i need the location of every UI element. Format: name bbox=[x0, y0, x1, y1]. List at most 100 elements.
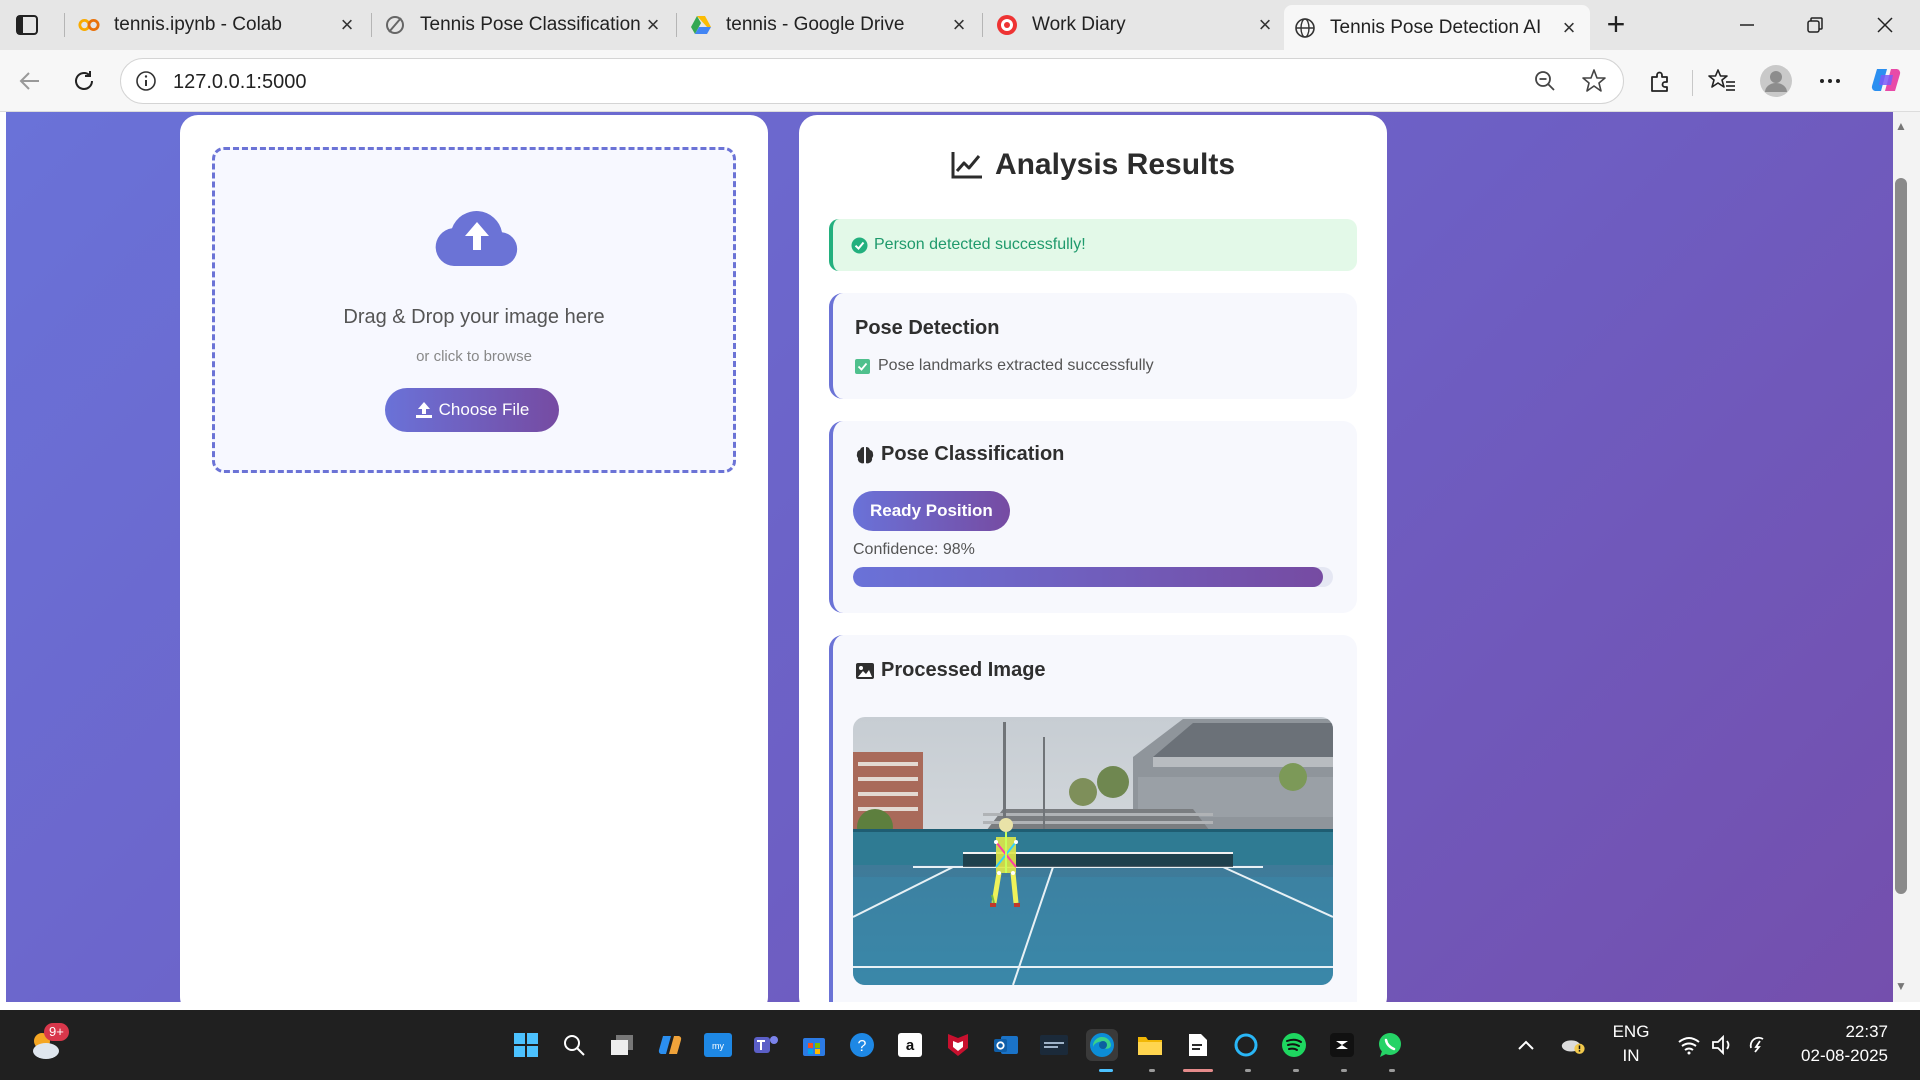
running-app-indicator bbox=[1389, 1069, 1395, 1072]
profile-avatar-icon[interactable] bbox=[1758, 63, 1794, 99]
onedrive-warning-icon[interactable] bbox=[1560, 1032, 1586, 1058]
image-icon bbox=[856, 662, 874, 679]
volume-icon[interactable] bbox=[1710, 1032, 1736, 1058]
processed-image-section: Processed Image bbox=[829, 635, 1357, 1002]
restore-icon[interactable] bbox=[1792, 8, 1838, 42]
teams-icon[interactable] bbox=[750, 1029, 782, 1061]
tab-google-drive[interactable]: tennis - Google Drive × bbox=[680, 5, 980, 45]
svg-text:a: a bbox=[906, 1037, 915, 1054]
brain-icon bbox=[856, 446, 874, 463]
tab-separator bbox=[676, 13, 677, 37]
drop-zone[interactable]: Drag & Drop your image here or click to … bbox=[212, 147, 736, 473]
weather-badge: 9+ bbox=[44, 1023, 69, 1041]
file-explorer-icon[interactable] bbox=[1134, 1029, 1166, 1061]
tab-actions-icon[interactable] bbox=[14, 12, 40, 38]
chart-line-icon bbox=[951, 152, 982, 179]
show-hidden-icons-chevron-up-icon[interactable] bbox=[1513, 1032, 1539, 1058]
close-window-icon[interactable] bbox=[1862, 8, 1908, 42]
pose-label-badge: Ready Position bbox=[853, 491, 1010, 531]
tab-tennis-pose-detection[interactable]: Tennis Pose Detection AI × bbox=[1284, 5, 1590, 50]
new-tab-icon[interactable]: + bbox=[1600, 8, 1632, 41]
zoom-out-icon[interactable] bbox=[1533, 69, 1557, 98]
pose-classification-title-text: Pose Classification bbox=[881, 443, 1065, 465]
edge-browser-icon[interactable] bbox=[1086, 1029, 1118, 1061]
capcut-icon[interactable] bbox=[1326, 1029, 1358, 1061]
url-text[interactable]: 127.0.0.1:5000 bbox=[173, 71, 306, 94]
close-icon[interactable]: × bbox=[642, 14, 664, 36]
close-icon[interactable]: × bbox=[336, 14, 358, 36]
close-icon[interactable]: × bbox=[1254, 14, 1276, 36]
minimize-icon[interactable] bbox=[1724, 8, 1770, 42]
copilot-icon[interactable] bbox=[1868, 62, 1904, 98]
running-app-indicator bbox=[1245, 1069, 1251, 1072]
address-bar[interactable]: 127.0.0.1:5000 bbox=[120, 58, 1624, 104]
clock-time[interactable]: 22:37 bbox=[1790, 1022, 1900, 1042]
page-scrollbar[interactable]: ▲ ▼ bbox=[1893, 112, 1920, 1002]
tab-work-diary[interactable]: Work Diary × bbox=[986, 5, 1286, 45]
refresh-icon[interactable] bbox=[66, 63, 102, 99]
more-options-icon[interactable] bbox=[1812, 63, 1848, 99]
running-app-indicator bbox=[1183, 1069, 1213, 1072]
task-view-icon[interactable] bbox=[606, 1029, 638, 1061]
refresh-slash-icon bbox=[384, 14, 406, 36]
mcafee-icon[interactable] bbox=[942, 1029, 974, 1061]
tab-separator bbox=[371, 13, 372, 37]
close-icon[interactable]: × bbox=[1558, 16, 1580, 39]
outlook-icon[interactable] bbox=[990, 1029, 1022, 1061]
close-icon[interactable]: × bbox=[948, 14, 970, 36]
running-app-indicator bbox=[1293, 1069, 1299, 1072]
pose-detection-section: Pose Detection Pose landmarks extracted … bbox=[829, 293, 1357, 399]
scrollbar-thumb[interactable] bbox=[1895, 178, 1907, 894]
help-icon[interactable]: ? bbox=[846, 1029, 878, 1061]
pose-detection-title: Pose Detection bbox=[855, 317, 1000, 339]
wifi-icon[interactable] bbox=[1676, 1032, 1702, 1058]
results-card: Analysis Results Person detected success… bbox=[799, 115, 1387, 1002]
copilot-taskbar-icon[interactable] bbox=[654, 1029, 686, 1061]
extensions-icon[interactable] bbox=[1642, 63, 1678, 99]
tab-colab[interactable]: tennis.ipynb - Colab × bbox=[68, 5, 368, 45]
svg-text:my: my bbox=[712, 1041, 724, 1051]
search-icon[interactable] bbox=[558, 1029, 590, 1061]
browser-tab-strip: tennis.ipynb - Colab × Tennis Pose Class… bbox=[0, 0, 1920, 50]
cortana-ring-icon[interactable] bbox=[1230, 1029, 1262, 1061]
scroll-down-icon[interactable]: ▼ bbox=[1895, 980, 1907, 992]
favorites-icon[interactable] bbox=[1704, 63, 1740, 99]
tab-title: tennis.ipynb - Colab bbox=[114, 14, 282, 35]
scroll-up-icon[interactable]: ▲ bbox=[1895, 120, 1907, 132]
terminal-app-icon[interactable] bbox=[1038, 1029, 1070, 1061]
favorite-star-icon[interactable] bbox=[1581, 68, 1607, 99]
choose-file-button[interactable]: Choose File bbox=[385, 388, 559, 432]
whatsapp-icon[interactable] bbox=[1374, 1029, 1406, 1061]
processed-image-title: Processed Image bbox=[855, 659, 1046, 682]
language-indicator[interactable]: ENG bbox=[1610, 1022, 1652, 1042]
page-viewport: Drag & Drop your image here or click to … bbox=[6, 112, 1893, 1002]
running-app-indicator bbox=[1341, 1069, 1347, 1072]
check-circle-icon bbox=[851, 237, 868, 253]
site-info-icon[interactable] bbox=[135, 70, 157, 97]
notepad-icon[interactable] bbox=[1182, 1029, 1214, 1061]
back-icon[interactable] bbox=[12, 63, 48, 99]
microsoft-store-icon[interactable] bbox=[798, 1029, 830, 1061]
upload-icon bbox=[415, 402, 432, 418]
drop-zone-title: Drag & Drop your image here bbox=[343, 306, 605, 328]
amazon-icon[interactable]: a bbox=[894, 1029, 926, 1061]
spotify-icon[interactable] bbox=[1278, 1029, 1310, 1061]
mydp-app-icon[interactable]: my bbox=[702, 1029, 734, 1061]
tab-tennis-pose-classification[interactable]: Tennis Pose Classification F × bbox=[374, 5, 674, 45]
processed-image-title-text: Processed Image bbox=[881, 659, 1046, 681]
confidence-progress-fill bbox=[853, 567, 1324, 587]
results-title: Analysis Results bbox=[799, 148, 1387, 182]
drop-zone-subtitle: or click to browse bbox=[416, 348, 532, 365]
battery-charging-icon[interactable] bbox=[1746, 1032, 1772, 1058]
region-indicator[interactable]: IN bbox=[1610, 1046, 1652, 1066]
pose-classification-title: Pose Classification bbox=[855, 443, 1064, 466]
clock-date[interactable]: 02-08-2025 bbox=[1790, 1046, 1900, 1066]
work-diary-icon bbox=[996, 14, 1018, 36]
checkbox-checked-icon bbox=[855, 358, 870, 374]
cloud-upload-icon bbox=[434, 206, 520, 273]
choose-file-label: Choose File bbox=[438, 400, 530, 419]
upload-card: Drag & Drop your image here or click to … bbox=[180, 115, 768, 1002]
pose-classification-section: Pose Classification Ready Position Confi… bbox=[829, 421, 1357, 613]
pose-detection-status-text: Pose landmarks extracted successfully bbox=[878, 357, 1154, 374]
start-windows-icon[interactable] bbox=[510, 1029, 542, 1061]
